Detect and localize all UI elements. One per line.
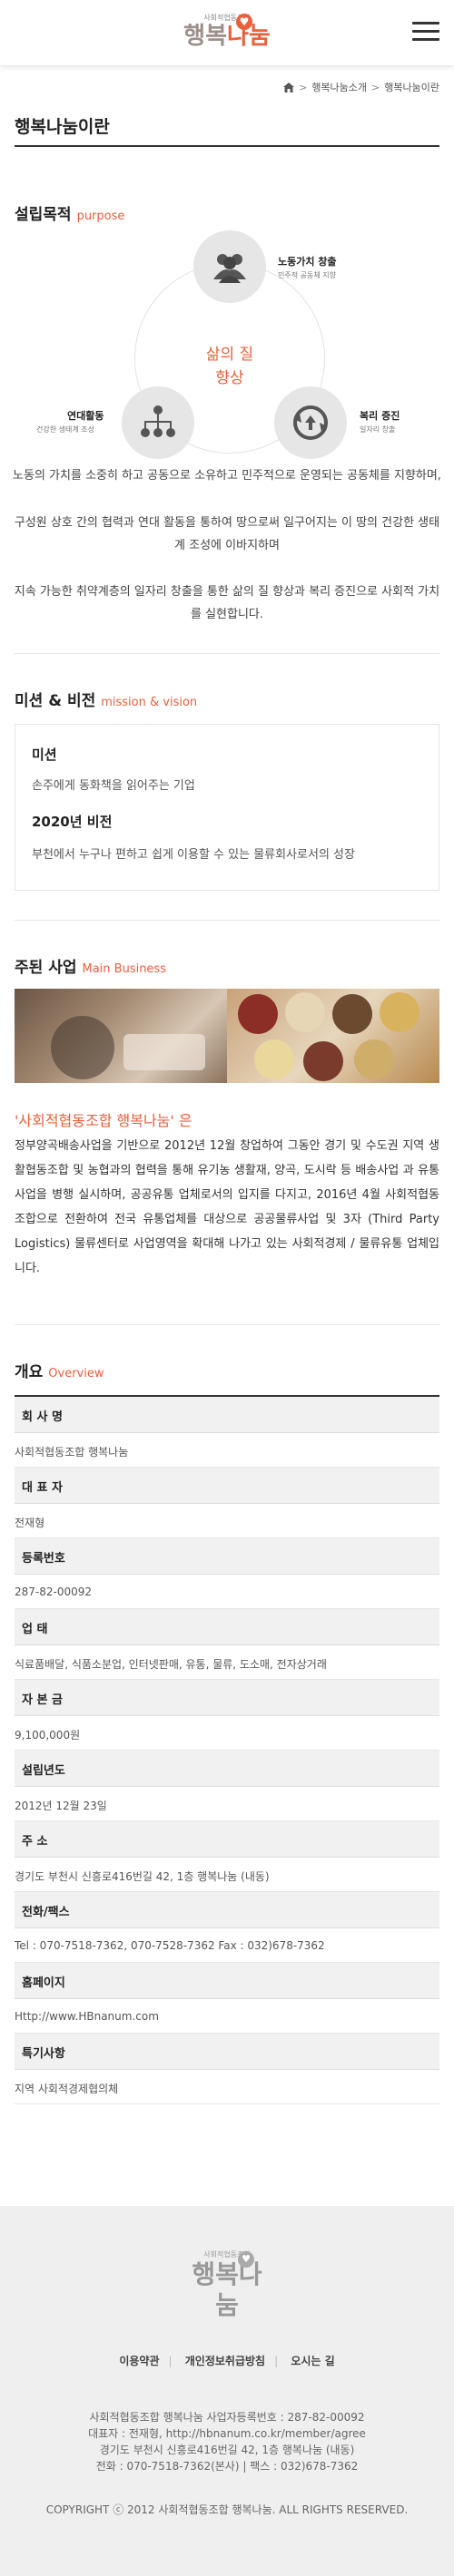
- network-icon: [122, 386, 194, 459]
- breadcrumb-separator: >: [371, 81, 380, 93]
- overview-row-value: 2012년 12월 23일: [15, 1787, 439, 1821]
- overview-row-value: 287-82-00092: [15, 1575, 439, 1609]
- site-logo[interactable]: 사회적협동조합 행복나눔 ♥: [182, 11, 272, 56]
- purpose-text-3: 지속 가능한 취약계층의 일자리 창출을 통한 삶의 질 향상과 복리 증진으로…: [14, 585, 440, 621]
- section-divider: [15, 653, 439, 654]
- mission-section-title: 미션 & 비전 mission & vision: [15, 692, 198, 710]
- breadcrumb-item-current[interactable]: 행복나눔이란: [384, 80, 439, 94]
- breadcrumb-separator: >: [299, 81, 308, 93]
- footer-info-line: 경기도 부천시 신흥로416번길 42, 1층 행복나눔 (내동): [99, 2444, 355, 2456]
- overview-row-label: 대 표 자: [15, 1468, 439, 1504]
- overview-row-value: 사회적협동조합 행복나눔: [15, 1433, 439, 1468]
- purpose-text-2: 구성원 상호 간의 협력과 연대 활동을 통하여 땅으로써 일구어지는 이 땅의…: [14, 516, 440, 552]
- hamburger-icon[interactable]: [412, 22, 439, 42]
- mission-heading: 미션: [32, 746, 57, 763]
- overview-section-title: 개요 Overview: [15, 1363, 104, 1381]
- terms-link[interactable]: 이용약관: [119, 2355, 159, 2367]
- logo-subtitle: 사회적협동조합: [203, 14, 251, 22]
- node-label-welfare: 복리 증진: [360, 410, 400, 422]
- people-icon: [193, 230, 266, 303]
- page: 사회적협동조합 행복나눔 ♥ > 행복나눔소개 > 행복나눔이란 행복나눔이란 …: [0, 0, 454, 2576]
- business-description: 정부양곡배송사업을 기반으로 2012년 12월 창업하여 그동안 경기 및 수…: [15, 1139, 439, 1275]
- footer-info: 사회적협동조합 행복나눔 사업자등록번호 : 287-82-00092 대표자 …: [0, 2409, 454, 2474]
- breadcrumb: > 행복나눔소개 > 행복나눔이란: [283, 80, 439, 94]
- section-divider: [15, 1324, 439, 1325]
- node-desc-solidarity: 건강한 생태계 조성: [36, 425, 94, 434]
- site-footer: 사회적협동조합 행복나눔 ♥ 이용약관 | 개인정보취급방침 | 오시는 길 사회적…: [0, 2206, 454, 2576]
- overview-row-label: 등록번호: [15, 1538, 439, 1575]
- overview-row-value: 지역 사회적경제협의체: [15, 2070, 439, 2104]
- mission-text: 손주에게 동화책을 읽어주는 기업: [32, 779, 195, 793]
- grains-photo: [227, 989, 439, 1083]
- overview-row-label: 주 소: [15, 1821, 439, 1858]
- purpose-section-title: 설립목적 purpose: [15, 206, 125, 224]
- footer-links: 이용약관 | 개인정보취급방침 | 오시는 길: [119, 2355, 335, 2367]
- logo-heart-icon: ♥: [236, 14, 252, 30]
- footer-heart-icon: ♥: [238, 2251, 254, 2268]
- privacy-link[interactable]: 개인정보취급방침: [185, 2355, 265, 2367]
- footer-logo-wordmark: 행복나눔: [192, 2259, 262, 2320]
- business-banner-image: [15, 989, 439, 1083]
- home-icon[interactable]: [283, 82, 295, 93]
- breadcrumb-item-about[interactable]: 행복나눔소개: [311, 80, 367, 94]
- overview-row-value: 식료품배달, 식품소분업, 인터넷판매, 유통, 물류, 도소매, 전자상거래: [15, 1645, 439, 1680]
- business-section-title: 주된 사업 Main Business: [15, 959, 166, 977]
- node-label-labor: 노동가치 창출: [278, 256, 337, 268]
- recycle-icon: [274, 386, 347, 459]
- overview-row-label: 특기사항: [15, 2034, 439, 2070]
- overview-row-value: 9,100,000원: [15, 1716, 439, 1751]
- footer-logo: 사회적협동조합 행복나눔 ♥: [182, 2249, 272, 2320]
- overview-row-label: 회 사 명: [15, 1397, 439, 1433]
- business-heading: '사회적협동조합 행복나눔' 은: [15, 1112, 192, 1129]
- overview-row-value: 전재형: [15, 1504, 439, 1538]
- vision-heading: 2020년 비전: [32, 814, 113, 830]
- node-label-solidarity: 연대활동: [67, 410, 104, 422]
- logo-wordmark: 행복나눔: [183, 23, 271, 50]
- overview-row-label: 자 본 금: [15, 1680, 439, 1716]
- overview-row-value: Http://www.HBnanum.com: [15, 1999, 439, 2034]
- overview-row-value: 경기도 부천시 신흥로416번길 42, 1층 행복나눔 (내동): [15, 1858, 439, 1892]
- footer-info-line: 대표자 : 전재형, http://hbnanum.co.kr/member/a…: [88, 2427, 366, 2440]
- footer-logo-subtitle: 사회적협동조합: [203, 2250, 251, 2259]
- vision-text: 부천에서 누구나 편하고 쉽게 이용할 수 있는 물류회사로서의 성장: [32, 848, 355, 862]
- mission-vision-box: 미션 손주에게 동화책을 읽어주는 기업 2020년 비전 부천에서 누구나 편…: [15, 724, 439, 891]
- overview-row-value: Tel : 070-7518-7362, 070-7528-7362 Fax :…: [15, 1928, 439, 1963]
- section-divider: [15, 920, 439, 921]
- purpose-diagram: 삶의 질 향상 노동가치 창출 민주적 공동체 지향 연대활동 건강한 생태계 조…: [0, 227, 454, 472]
- copyright: COPYRIGHT ⓒ 2012 사회적협동조합 행복나눔. ALL RIGHT…: [45, 2503, 409, 2516]
- footer-info-line: 사회적협동조합 행복나눔 사업자등록번호 : 287-82-00092: [89, 2411, 365, 2424]
- footer-info-line: 전화 : 070-7518-7362(본사) | 팩스 : 032)678-73…: [95, 2460, 359, 2473]
- node-desc-welfare: 일자리 창출: [360, 425, 396, 434]
- overview-row-label: 홈페이지: [15, 1963, 439, 1999]
- diagram-center-text: 삶의 질 향상: [205, 346, 254, 387]
- page-title: 행복나눔이란: [15, 117, 110, 137]
- overview-row-label: 업 태: [15, 1609, 439, 1645]
- delivery-photo: [15, 989, 227, 1083]
- directions-link[interactable]: 오시는 길: [291, 2355, 334, 2367]
- overview-row-label: 설립년도: [15, 1751, 439, 1787]
- purpose-text-1: 노동의 가치를 소중히 하고 공동으로 소유하고 민주적으로 운영되는 공동체를…: [13, 469, 441, 483]
- title-divider: [15, 145, 439, 147]
- site-header: 사회적협동조합 행복나눔 ♥: [0, 0, 454, 65]
- node-desc-labor: 민주적 공동체 지향: [278, 271, 336, 279]
- overview-row-label: 전화/팩스: [15, 1892, 439, 1928]
